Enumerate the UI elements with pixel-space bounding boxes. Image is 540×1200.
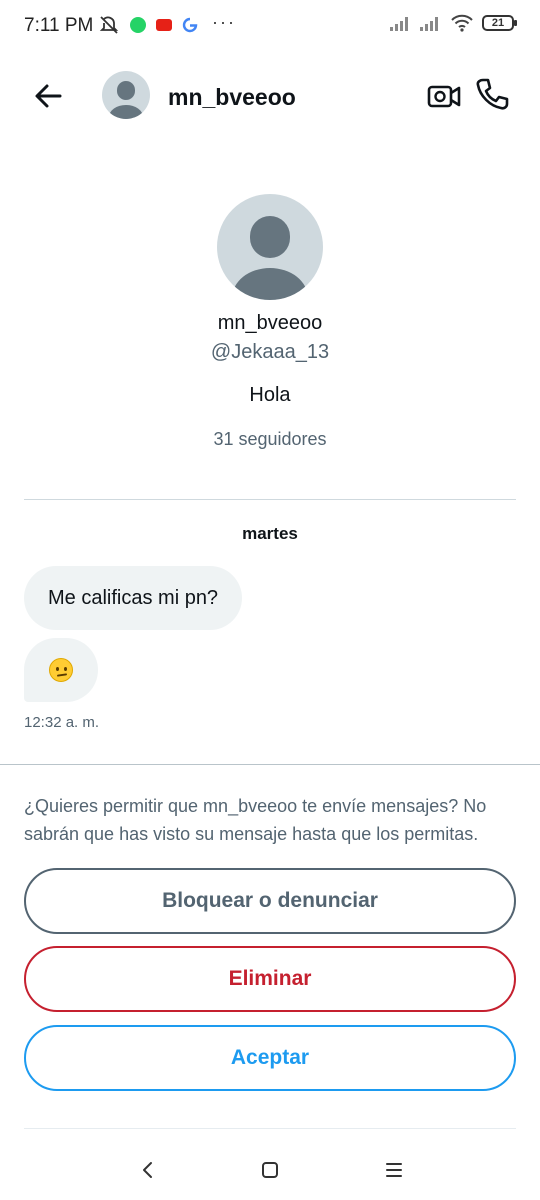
divider [24,499,516,500]
message-bubble-emoji[interactable] [24,638,98,702]
notification-icons: ··· [98,11,236,36]
profile-handle[interactable]: @Jekaaa_13 [0,341,540,364]
nav-back-icon[interactable] [128,1150,168,1190]
status-time: 7:11 PM [24,15,94,36]
default-avatar-icon [109,81,143,119]
profile-name[interactable]: mn_bveeoo [0,312,540,335]
divider [0,764,540,765]
default-avatar-icon [232,216,308,300]
whatsapp-icon [130,17,146,33]
system-nav-bar [0,1140,540,1200]
video-call-icon[interactable] [426,78,462,114]
saluting-face-emoji-icon [49,658,73,682]
divider [24,1128,516,1129]
followers-count[interactable]: 31 seguidores [0,429,540,450]
avatar[interactable] [102,71,150,119]
profile-summary: mn_bveeoo @Jekaaa_13 Hola 31 seguidores [0,194,540,450]
nav-home-icon[interactable] [250,1150,290,1190]
header-username[interactable]: mn_bveeoo [168,84,296,111]
signal-icon-2 [420,17,438,31]
accept-button[interactable]: Aceptar [24,1025,516,1091]
wifi-icon [451,14,473,32]
mute-vibrate-icon [99,16,119,34]
signal-icon [390,17,408,31]
profile-bio: Hola [249,384,291,406]
day-separator: martes [242,524,298,543]
message-request-prompt: ¿Quieres permitir que mn_bveeoo te envíe… [24,796,487,844]
back-arrow-icon[interactable] [30,78,66,114]
battery-icon: 21 [482,15,517,31]
conversation-header: mn_bveeoo [0,60,540,132]
nav-recents-icon[interactable] [374,1150,414,1190]
status-bar: 7:11 PM ··· 21 [0,0,540,52]
profile-avatar[interactable] [217,194,323,300]
delete-button[interactable]: Eliminar [24,946,516,1012]
block-report-button[interactable]: Bloquear o denunciar [24,868,516,934]
system-icons: 21 [390,14,517,32]
youtube-icon [156,19,172,31]
message-bubble[interactable]: Me calificas mi pn? [24,566,243,630]
message-timestamp: 12:32 a. m. [24,714,100,731]
google-icon [182,17,198,33]
more-notifications-icon: ··· [212,11,236,32]
phone-call-icon[interactable] [474,76,510,112]
